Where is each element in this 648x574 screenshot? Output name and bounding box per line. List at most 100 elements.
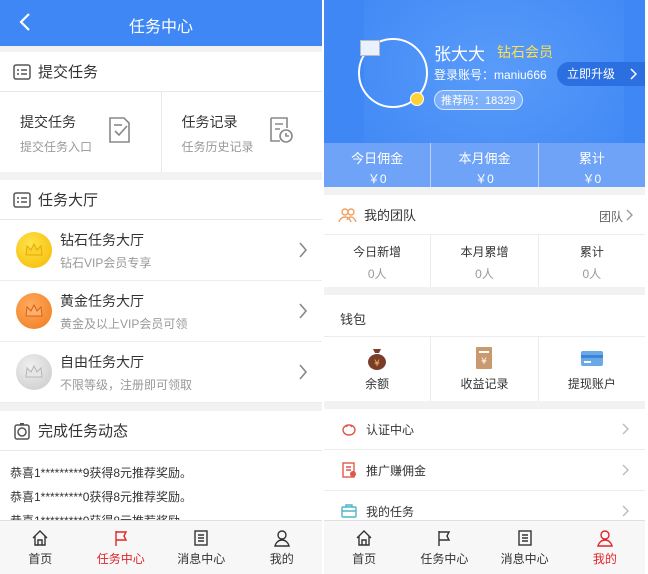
hall-title: 钻石任务大厅 xyxy=(60,231,144,248)
free-hall-item[interactable]: 自由任务大厅 不限等级，注册即可领取 xyxy=(0,342,322,403)
chevron-right-icon xyxy=(622,423,629,435)
member-level: 钻石会员 xyxy=(497,44,553,60)
hall-section-header: 任务大厅 xyxy=(0,180,322,220)
section-title: 提交任务 xyxy=(38,64,99,81)
feed-line: 恭喜1*********9获得8元推荐奖励。 xyxy=(10,466,193,480)
top-bar: 任务中心 xyxy=(0,0,322,46)
page-title: 任务中心 xyxy=(128,19,193,36)
avatar[interactable] xyxy=(358,38,428,108)
my-team-row[interactable]: 我的团队 团队 xyxy=(324,195,645,235)
task-feed: 恭喜1*********9获得8元推荐奖励。 恭喜1*********0获得8元… xyxy=(0,451,322,529)
menu-certification[interactable]: 认证中心 xyxy=(324,409,645,450)
briefcase-icon xyxy=(341,504,357,518)
tab-label: 任务中心 xyxy=(420,552,469,566)
menu-label: 我的任务 xyxy=(366,504,415,519)
flag-icon xyxy=(438,531,451,546)
message-list-icon xyxy=(517,530,532,546)
timer-badge-icon xyxy=(14,422,30,440)
svg-text:¥: ¥ xyxy=(482,357,488,367)
entry-subtitle: 提交任务入口 xyxy=(20,140,93,154)
silver-medal-icon xyxy=(16,354,52,390)
money-bag-icon: ¥ xyxy=(368,349,387,370)
submit-task-entry[interactable]: 提交任务 提交任务入口 xyxy=(0,92,161,172)
tab-messages[interactable]: 消息中心 xyxy=(485,521,565,574)
tab-label: 首页 xyxy=(28,552,53,566)
hall-subtitle: 黄金及以上VIP会员可领 xyxy=(60,316,188,331)
tab-messages[interactable]: 消息中心 xyxy=(161,521,242,574)
hall-subtitle: 不限等级，注册即可领取 xyxy=(60,377,193,392)
team-month: 本月累增 0人 xyxy=(430,235,537,287)
team-stat-label: 今日新增 xyxy=(353,245,402,259)
stat-today: 今日佣金 ￥0 xyxy=(324,143,430,187)
commission-stats: 今日佣金 ￥0 本月佣金 ￥0 累计 ￥0 xyxy=(324,143,645,187)
profile-header: 张大大 钻石会员 登录账号：maniu666 推荐码：18329 立即升级 今日… xyxy=(324,0,645,187)
feed-section-header: 完成任务动态 xyxy=(0,411,322,451)
user-icon xyxy=(596,530,613,547)
bank-card-icon xyxy=(580,351,603,366)
wallet-withdraw-account[interactable]: 提现账户 xyxy=(537,337,645,401)
tab-task-center[interactable]: 任务中心 xyxy=(404,521,484,574)
tab-label: 我的 xyxy=(269,552,294,566)
document-clock-icon xyxy=(270,117,293,143)
team-link[interactable]: 团队 xyxy=(599,208,623,225)
wallet-income-records[interactable]: ¥ 收益记录 xyxy=(430,337,537,401)
gold-hall-item[interactable]: 黄金任务大厅 黄金及以上VIP会员可领 xyxy=(0,281,322,342)
upgrade-label: 立即升级 xyxy=(567,67,616,81)
team-stat-value: 0人 xyxy=(475,267,494,281)
tab-mine[interactable]: 我的 xyxy=(565,521,645,574)
chevron-right-icon xyxy=(299,303,308,319)
diamond-hall-item[interactable]: 钻石任务大厅 钻石VIP会员专享 xyxy=(0,220,322,281)
message-list-icon xyxy=(194,530,208,546)
tab-label: 首页 xyxy=(352,552,377,566)
team-stat-label: 累计 xyxy=(579,245,604,259)
chevron-right-icon xyxy=(630,68,637,80)
promo-document-icon xyxy=(342,462,356,478)
tab-task-center[interactable]: 任务中心 xyxy=(81,521,162,574)
hall-title: 黄金任务大厅 xyxy=(60,292,144,309)
home-icon xyxy=(356,530,372,546)
user-icon xyxy=(273,530,290,547)
login-account: 登录账号：maniu666 xyxy=(434,68,547,82)
broken-image-icon xyxy=(360,40,380,56)
feed-line: 恭喜1*********0获得8元推荐奖励。 xyxy=(10,490,193,504)
stat-label: 累计 xyxy=(578,151,605,166)
team-stat-value: 0人 xyxy=(367,267,387,281)
wallet-label: 余额 xyxy=(365,377,390,391)
task-list-icon xyxy=(13,63,31,80)
gold-medal-icon xyxy=(16,232,52,268)
chevron-right-icon xyxy=(622,464,629,476)
stat-value: ￥0 xyxy=(582,172,602,186)
team-total: 累计 0人 xyxy=(537,235,645,287)
tab-home[interactable]: 首页 xyxy=(0,521,81,574)
submit-section-header: 提交任务 xyxy=(0,52,322,92)
team-stats: 今日新增 0人 本月累增 0人 累计 0人 xyxy=(324,235,645,287)
team-stat-label: 本月累增 xyxy=(460,245,509,259)
task-records-entry[interactable]: 任务记录 任务历史记录 xyxy=(160,92,323,172)
stat-label: 今日佣金 xyxy=(351,151,404,166)
tab-mine[interactable]: 我的 xyxy=(242,521,323,574)
referral-code-badge: 推荐码：18329 xyxy=(434,90,523,110)
entry-title: 任务记录 xyxy=(181,114,238,130)
chevron-right-icon xyxy=(622,505,629,517)
bottom-tab-bar: 首页 任务中心 消息中心 我的 xyxy=(0,520,322,574)
wallet-balance[interactable]: ¥ 余额 xyxy=(324,337,430,401)
menu-label: 推广赚佣金 xyxy=(366,463,427,478)
wallet-grid: ¥ 余额 ¥ 收益记录 提现账户 xyxy=(324,337,645,401)
hall-subtitle: 钻石VIP会员专享 xyxy=(60,255,152,270)
bottom-tab-bar: 首页 任务中心 消息中心 我的 xyxy=(324,520,645,574)
upgrade-button[interactable]: 立即升级 xyxy=(557,62,645,86)
menu-label: 认证中心 xyxy=(366,422,415,437)
team-stat-value: 0人 xyxy=(582,267,602,281)
level-dot-icon xyxy=(410,92,424,106)
entry-subtitle: 任务历史记录 xyxy=(181,140,254,154)
menu-promotion[interactable]: 推广赚佣金 xyxy=(324,450,645,491)
stat-value: ￥0 xyxy=(367,172,387,186)
team-icon xyxy=(338,207,357,222)
tab-label: 任务中心 xyxy=(96,552,145,566)
flag-icon xyxy=(115,531,127,546)
tab-home[interactable]: 首页 xyxy=(324,521,404,574)
chevron-right-icon xyxy=(626,209,633,221)
stat-month: 本月佣金 ￥0 xyxy=(430,143,537,187)
chevron-right-icon xyxy=(299,364,308,380)
stat-label: 本月佣金 xyxy=(458,151,511,166)
